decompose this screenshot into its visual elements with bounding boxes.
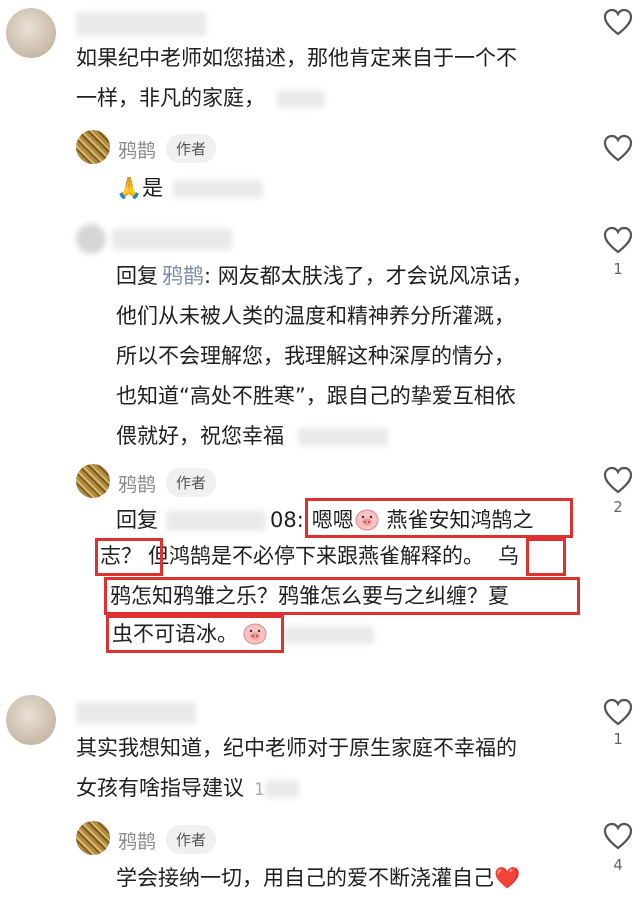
comment-line: 其实我想知道，纪中老师对于原生家庭不幸福的 xyxy=(76,736,517,760)
comment-line: 也知道“高处不胜寒”，跟自己的挚爱互相依 xyxy=(116,384,516,408)
heart-icon[interactable] xyxy=(603,466,633,494)
comment-text: 如果纪中老师如您描述，那他肯定来自于一个不 一样，非凡的家庭， xyxy=(76,38,596,118)
comment-text: 回复 鸦鹊: 网友都太肤浅了，才会说风凉话， 他们从未被人类的温度和精神养分所灌溉… xyxy=(116,256,586,456)
timestamp: 1 xyxy=(254,780,265,800)
avatar[interactable] xyxy=(6,695,56,745)
avatar[interactable] xyxy=(76,464,110,498)
reply-label: 回复 xyxy=(116,264,158,288)
highlight-box xyxy=(104,577,580,615)
comment-text: 其实我想知道，纪中老师对于原生家庭不幸福的 女孩有啥指导建议 1 xyxy=(76,728,596,810)
avatar[interactable] xyxy=(76,821,110,855)
comment-segment: 但鸿鹄是不必停下来跟燕雀解释的。 xyxy=(148,544,484,568)
comment-line: 所以不会理解您，我理解这种深厚的情分， xyxy=(116,344,515,368)
heart-icon[interactable] xyxy=(603,134,633,162)
comment-line: 如果纪中老师如您描述，那他肯定来自于一个不 xyxy=(76,46,517,70)
comment-text: 🙏是 xyxy=(116,168,264,208)
comment-segment: 乌 xyxy=(498,544,519,568)
author-badge: 作者 xyxy=(166,825,217,854)
highlight-box xyxy=(106,615,284,653)
avatar[interactable] xyxy=(6,8,56,58)
highlight-box xyxy=(305,498,573,538)
heart-icon[interactable] xyxy=(603,698,633,726)
author-name[interactable]: 鸦鹊 xyxy=(118,827,156,854)
comment-text: 学会接纳一切，用自己的爱不断浇灌自己❤️ xyxy=(116,866,521,890)
comment-line: 🙏是 xyxy=(116,176,164,200)
like-count: 4 xyxy=(613,856,623,874)
like-count: 2 xyxy=(613,498,623,516)
timestamp-blurred xyxy=(264,780,299,798)
reply-target-link[interactable]: 鸦鹊 xyxy=(162,264,204,288)
timestamp-blurred xyxy=(173,180,264,198)
heart-icon[interactable] xyxy=(603,822,633,850)
like-count: 1 xyxy=(613,260,623,278)
timestamp-blurred xyxy=(298,428,388,446)
author-name[interactable]: 鸦鹊 xyxy=(118,136,156,163)
username-blurred[interactable] xyxy=(76,12,206,36)
avatar[interactable] xyxy=(76,130,110,164)
comment-line: 偎就好，祝您幸福 xyxy=(116,416,586,456)
heart-icon[interactable] xyxy=(603,226,633,254)
highlight-box xyxy=(526,538,566,576)
username-blurred[interactable] xyxy=(112,228,232,250)
heart-icon[interactable] xyxy=(603,8,633,36)
highlight-box xyxy=(95,538,163,576)
reply-label: 回复 xyxy=(116,508,158,532)
comment-line: 女孩有啥指导建议 1 xyxy=(76,768,596,810)
timestamp-blurred xyxy=(284,626,374,644)
author-name[interactable]: 鸦鹊 xyxy=(118,470,156,497)
author-badge: 作者 xyxy=(166,134,217,163)
author-badge: 作者 xyxy=(166,468,217,497)
comment-line: 回复 鸦鹊: 网友都太肤浅了，才会说风凉话， xyxy=(116,264,533,288)
reply-target-suffix: 08: xyxy=(270,508,304,532)
username-blurred[interactable] xyxy=(76,702,196,724)
timestamp-blurred xyxy=(277,90,325,108)
comment-line: 一样，非凡的家庭， xyxy=(76,78,596,118)
like-count: 1 xyxy=(613,730,623,748)
avatar[interactable] xyxy=(76,224,106,254)
reply-target-blurred[interactable] xyxy=(166,511,266,531)
comment-line: 他们从未被人类的温度和精神养分所灌溉， xyxy=(116,304,515,328)
